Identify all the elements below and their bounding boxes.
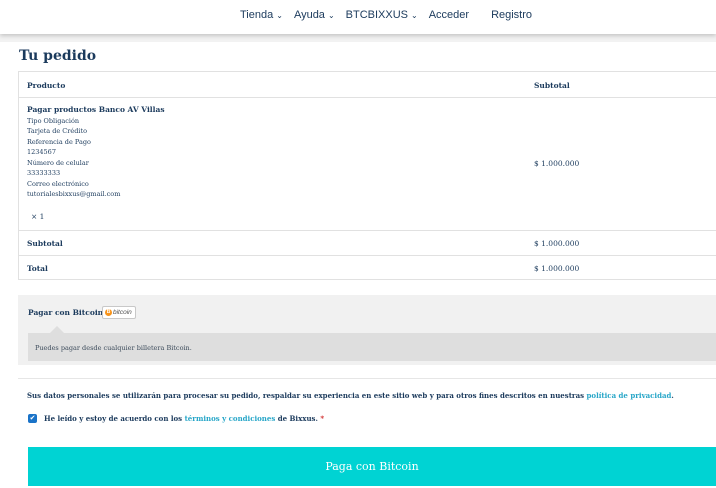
place-order-button[interactable]: Paga con Bitcoin xyxy=(28,447,716,486)
product-meta-line: 33333333 xyxy=(27,169,61,177)
product-meta-line: 1234567 xyxy=(27,148,56,156)
bitcoin-logo-text: bitcoin xyxy=(113,309,132,316)
product-meta-line: Referencia de Pago xyxy=(27,137,91,146)
terms-checkbox[interactable]: ✔ xyxy=(28,414,37,423)
header-divider xyxy=(0,34,716,42)
nav-item-ayuda[interactable]: Ayuda ⌄ xyxy=(294,9,346,21)
total-label: Total xyxy=(27,264,48,273)
product-details: Pagar productos Banco AV Villas Tipo Obl… xyxy=(27,105,165,200)
terms-label: He leído y estoy de acuerdo con los térm… xyxy=(44,414,324,423)
terms-agreement: ✔ He leído y estoy de acuerdo con los té… xyxy=(28,414,324,423)
nav-item-btcbixxus[interactable]: BTCBIXXUS ⌄ xyxy=(346,9,429,21)
chevron-down-icon: ⌄ xyxy=(327,10,335,20)
table-row-subtotal: Subtotal $ 1.000.000 xyxy=(19,231,716,256)
privacy-text-end: . xyxy=(671,391,674,400)
total-value: $ 1.000.000 xyxy=(534,264,580,273)
divider xyxy=(18,378,716,379)
nav-item-label: BTCBIXXUS xyxy=(345,9,408,21)
product-meta-line: Número de celular xyxy=(27,158,89,167)
subtotal-label: Subtotal xyxy=(27,239,63,248)
product-meta-line: Tipo Obligación xyxy=(27,116,80,125)
nav-item-acceder[interactable]: Acceder xyxy=(429,9,469,21)
page-title: Tu pedido xyxy=(19,48,97,64)
payment-description: Puedes pagar desde cualquier billetera B… xyxy=(35,344,192,352)
nav-item-label: Acceder xyxy=(428,9,470,21)
nav-item-tienda[interactable]: Tienda ⌄ xyxy=(240,9,294,21)
nav-item-label: Ayuda xyxy=(293,9,325,21)
product-quantity: × 1 xyxy=(31,212,45,221)
terms-prefix: He leído y estoy de acuerdo con los xyxy=(44,414,185,423)
subtotal-value: $ 1.000.000 xyxy=(534,239,580,248)
order-table: Producto Subtotal Pagar productos Banco … xyxy=(18,71,716,280)
privacy-notice: Sus datos personales se utilizarán para … xyxy=(27,391,674,400)
payment-method-label[interactable]: Pagar con Bitcoin xyxy=(28,308,103,317)
table-header-row: Producto Subtotal xyxy=(19,72,716,98)
payment-description-box: Puedes pagar desde cualquier billetera B… xyxy=(28,326,716,361)
bitcoin-logo-icon: B bitcoin xyxy=(102,306,136,319)
required-mark: * xyxy=(317,414,325,423)
product-price: $ 1.000.000 xyxy=(534,159,580,168)
privacy-text: Sus datos personales se utilizarán para … xyxy=(27,391,587,400)
column-header-subtotal: Subtotal xyxy=(534,81,570,90)
privacy-policy-link[interactable]: política de privacidad xyxy=(587,391,672,400)
product-meta-line: Tarjeta de Crédito xyxy=(27,127,87,135)
top-navigation-bar: Tienda ⌄ Ayuda ⌄ BTCBIXXUS ⌄ Acceder Reg… xyxy=(0,0,716,34)
table-row-product: Pagar productos Banco AV Villas Tipo Obl… xyxy=(19,98,716,231)
chevron-down-icon: ⌄ xyxy=(276,10,283,20)
main-nav: Tienda ⌄ Ayuda ⌄ BTCBIXXUS ⌄ Acceder Reg… xyxy=(240,0,554,30)
product-name: Pagar productos Banco AV Villas xyxy=(27,105,165,114)
bitcoin-coin-icon: B xyxy=(105,309,112,316)
product-meta-line: tutorialesbixxus@gmail.com xyxy=(27,190,121,198)
product-meta-line: Correo electrónico xyxy=(27,179,89,188)
payment-method-box: Pagar con Bitcoin B bitcoin Puedes pagar… xyxy=(18,295,716,365)
terms-link[interactable]: términos y condiciones xyxy=(185,414,276,423)
nav-item-registro[interactable]: Registro xyxy=(491,9,532,21)
nav-item-label: Tienda xyxy=(240,9,274,21)
table-row-total: Total $ 1.000.000 xyxy=(19,256,716,281)
terms-suffix: de Bixxus. xyxy=(275,414,318,423)
chevron-down-icon: ⌄ xyxy=(411,10,418,20)
column-header-product: Producto xyxy=(27,81,66,90)
nav-item-label: Registro xyxy=(491,9,533,21)
